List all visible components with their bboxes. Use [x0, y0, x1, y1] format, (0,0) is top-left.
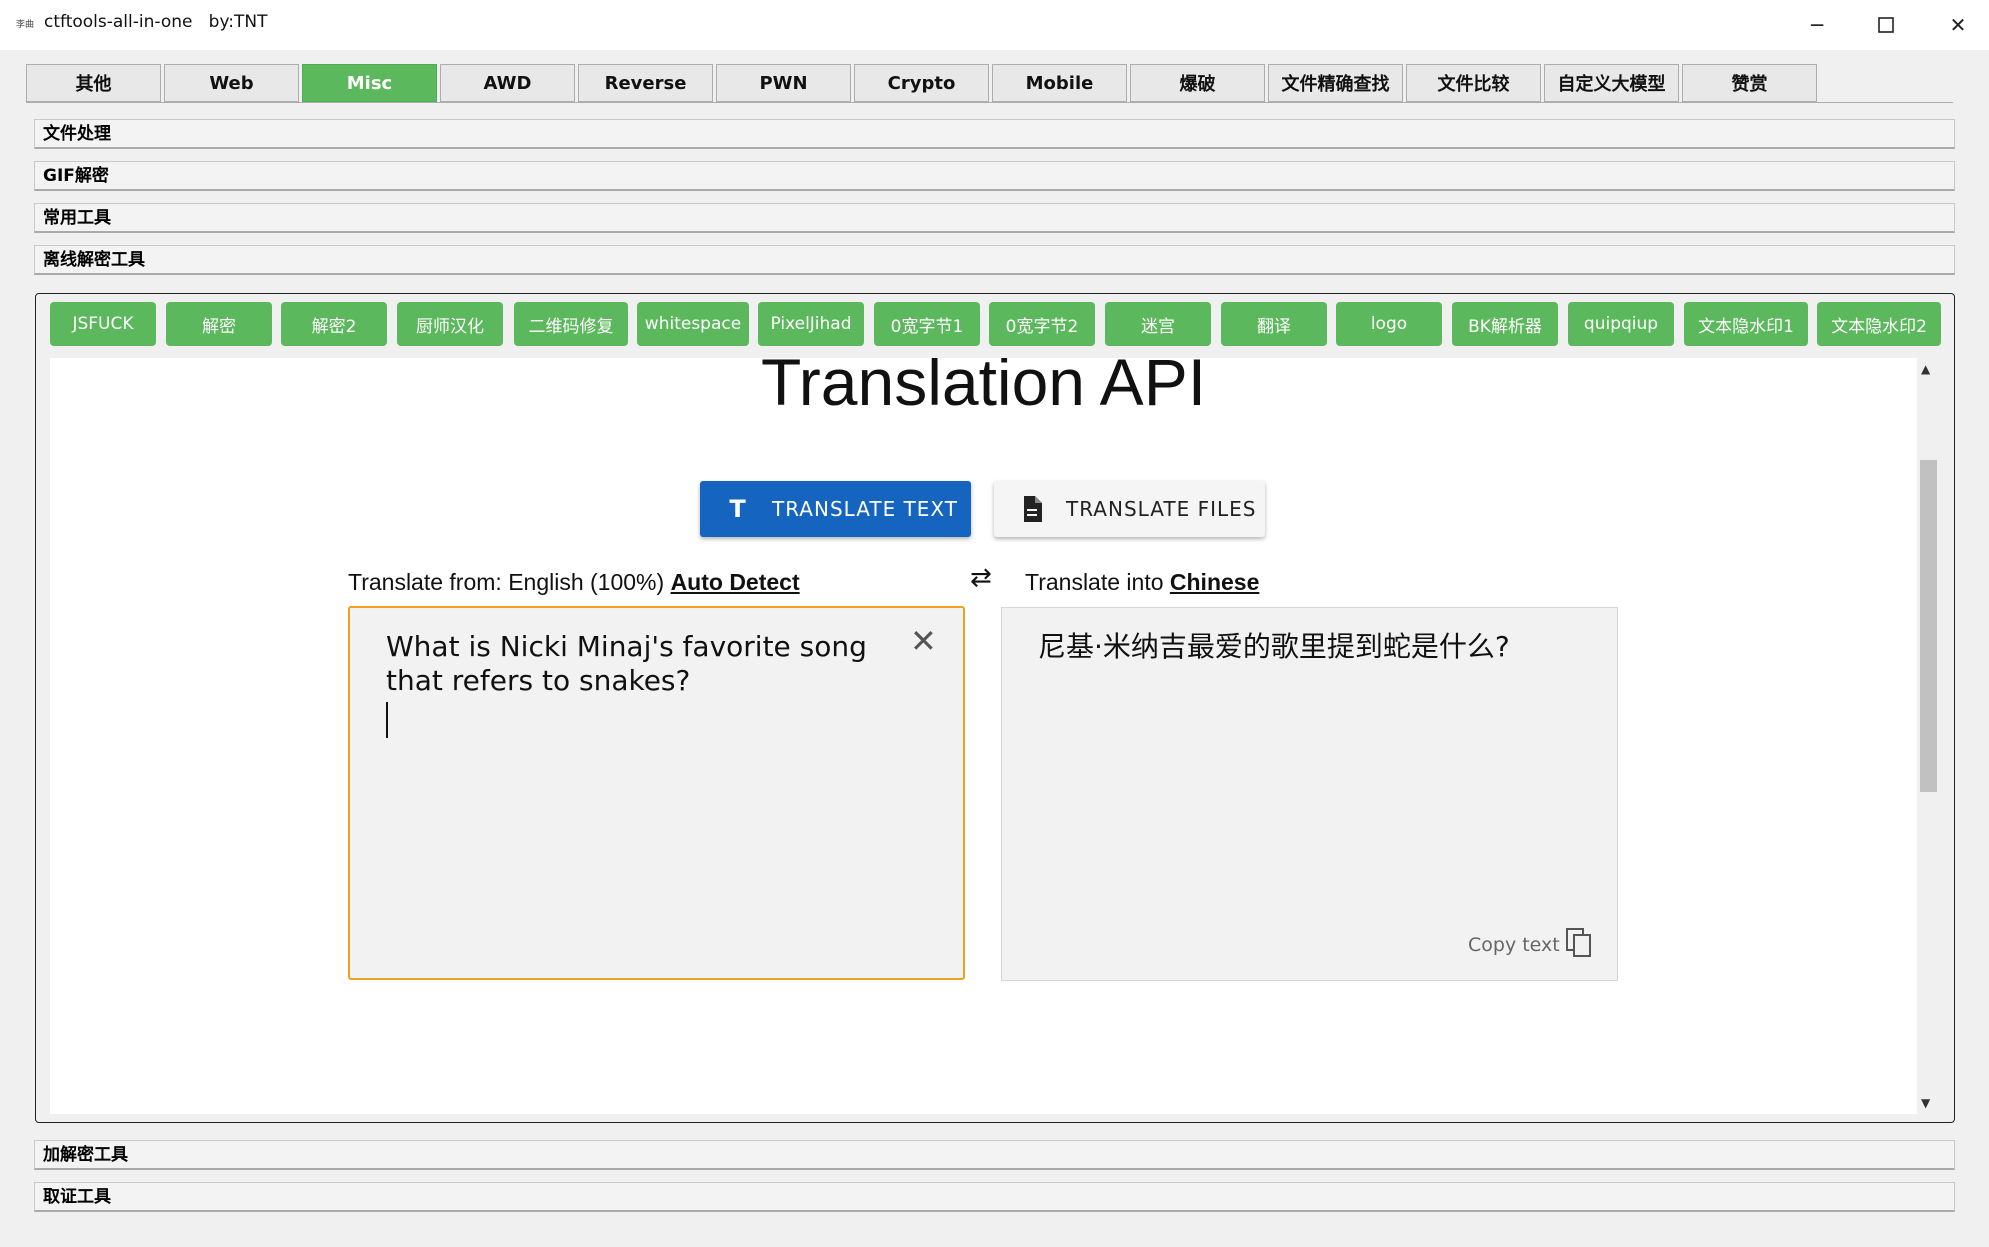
- swap-languages-icon[interactable]: ⇄: [970, 563, 992, 593]
- tab-file-search[interactable]: 文件精确查找: [1268, 64, 1403, 102]
- target-language-text: Translate into: [1025, 569, 1164, 595]
- tool-jsfuck-button[interactable]: JSFUCK: [50, 302, 156, 346]
- tab-reverse[interactable]: Reverse: [578, 64, 713, 102]
- scroll-up-arrow-icon[interactable]: ▲: [1921, 362, 1930, 376]
- translation-webview: Translation API T TRANSLATE TEXT TRANSLA…: [50, 358, 1917, 1114]
- tool-pixeljihad-button[interactable]: PixelJihad: [758, 302, 864, 346]
- tab-divider: [26, 102, 1953, 103]
- tab-mobile[interactable]: Mobile: [992, 64, 1127, 102]
- target-language-link[interactable]: Chinese: [1170, 569, 1259, 595]
- target-language-label: Translate into Chinese: [1025, 569, 1259, 596]
- copy-icon[interactable]: [1566, 928, 1592, 962]
- translated-text: 尼基·米纳吉最爱的歌里提到蛇是什么?: [1038, 630, 1510, 663]
- accordion-offline-decrypt-tools[interactable]: 离线解密工具: [34, 245, 1955, 275]
- tab-awd[interactable]: AWD: [440, 64, 575, 102]
- tab-other[interactable]: 其他: [26, 64, 161, 102]
- accordion-gif-decrypt[interactable]: GIF解密: [34, 161, 1955, 191]
- tool-zero-width-1-button[interactable]: 0宽字节1: [874, 302, 980, 346]
- tool-whitespace-button[interactable]: whitespace: [637, 302, 749, 346]
- close-button[interactable]: ✕: [1938, 8, 1978, 42]
- source-language-text: Translate from: English (100%): [348, 569, 665, 595]
- app-icon: 李曲: [16, 20, 35, 30]
- tool-decrypt-button[interactable]: 解密: [166, 302, 272, 346]
- scroll-down-arrow-icon[interactable]: ▼: [1921, 1096, 1930, 1110]
- maximize-button[interactable]: [1866, 8, 1906, 42]
- tool-decrypt2-button[interactable]: 解密2: [281, 302, 387, 346]
- tab-custom-model[interactable]: 自定义大模型: [1544, 64, 1679, 102]
- translate-files-button[interactable]: TRANSLATE FILES: [994, 481, 1265, 537]
- accordion-common-tools[interactable]: 常用工具: [34, 203, 1955, 233]
- tool-qr-repair-button[interactable]: 二维码修复: [514, 302, 628, 346]
- minimize-button[interactable]: ─: [1797, 8, 1837, 42]
- source-language-label: Translate from: English (100%) Auto Dete…: [348, 569, 800, 596]
- tool-translate-button[interactable]: 翻译: [1221, 302, 1327, 346]
- scroll-thumb[interactable]: [1920, 460, 1937, 792]
- tool-cyberchef-cn-button[interactable]: 厨师汉化: [397, 302, 503, 346]
- maximize-icon: [1878, 17, 1894, 33]
- copy-text-label[interactable]: Copy text: [1468, 934, 1560, 956]
- tab-file-compare[interactable]: 文件比较: [1406, 64, 1541, 102]
- translate-text-button[interactable]: T TRANSLATE TEXT: [700, 481, 971, 537]
- document-icon: [1018, 496, 1046, 522]
- clear-icon[interactable]: ✕: [910, 622, 937, 660]
- text-format-icon: T: [729, 495, 747, 523]
- tool-logo-button[interactable]: logo: [1336, 302, 1442, 346]
- tab-donate[interactable]: 赞赏: [1682, 64, 1817, 102]
- accordion-encrypt-decrypt-tools[interactable]: 加解密工具: [34, 1140, 1955, 1170]
- auto-detect-link[interactable]: Auto Detect: [671, 569, 800, 595]
- translate-text-label: TRANSLATE TEXT: [772, 497, 959, 521]
- text-caret: [386, 702, 388, 738]
- translate-files-label: TRANSLATE FILES: [1066, 497, 1257, 521]
- tab-pwn[interactable]: PWN: [716, 64, 851, 102]
- tab-crypto[interactable]: Crypto: [854, 64, 989, 102]
- tool-text-watermark-2-button[interactable]: 文本隐水印2: [1817, 302, 1941, 346]
- tab-bruteforce[interactable]: 爆破: [1130, 64, 1265, 102]
- main-tabs: 其他 Web Misc AWD Reverse PWN Crypto Mobil…: [26, 64, 1820, 104]
- window-title: ctftools-all-in-one by:TNT: [44, 12, 268, 32]
- tab-misc[interactable]: Misc: [302, 64, 437, 102]
- tool-bk-parser-button[interactable]: BK解析器: [1452, 302, 1558, 346]
- tool-text-watermark-1-button[interactable]: 文本隐水印1: [1684, 302, 1808, 346]
- page-title: Translation API: [760, 358, 1207, 419]
- accordion-file-processing[interactable]: 文件处理: [34, 119, 1955, 149]
- accordion-forensics-tools[interactable]: 取证工具: [34, 1182, 1955, 1212]
- source-text-input[interactable]: What is Nicki Minaj's favorite song that…: [348, 606, 965, 980]
- translation-output: 尼基·米纳吉最爱的歌里提到蛇是什么? Copy text: [1001, 607, 1618, 981]
- source-text: What is Nicki Minaj's favorite song that…: [386, 630, 867, 697]
- webview-scrollbar[interactable]: ▲ ▼: [1917, 358, 1939, 1114]
- title-bar: 李曲 ctftools-all-in-one by:TNT ─ ✕: [0, 0, 1989, 50]
- tool-quipqiup-button[interactable]: quipqiup: [1568, 302, 1674, 346]
- tab-web[interactable]: Web: [164, 64, 299, 102]
- tool-maze-button[interactable]: 迷宫: [1105, 302, 1211, 346]
- tool-zero-width-2-button[interactable]: 0宽字节2: [989, 302, 1095, 346]
